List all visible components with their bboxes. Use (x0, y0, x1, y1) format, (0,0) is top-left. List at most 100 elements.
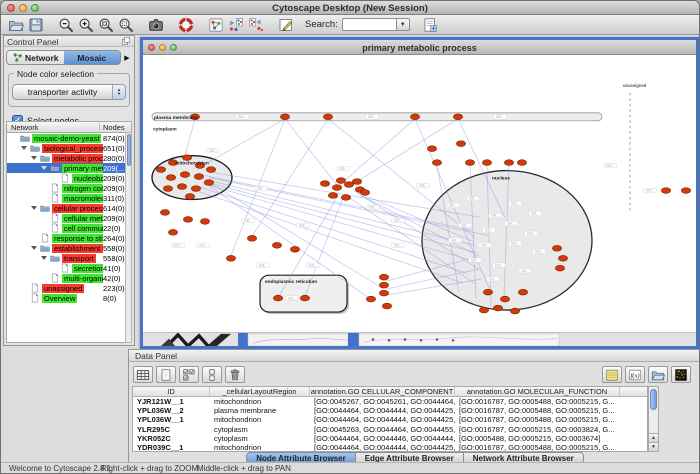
save-button[interactable] (26, 15, 46, 34)
tree-item-unassigned[interactable]: unassigned223(0) (7, 283, 131, 293)
tree-item-response-to-stimulu[interactable]: response to stimulu264(0) (7, 233, 131, 243)
tree-item-primary-metabo[interactable]: primary metabo209(... (7, 163, 131, 173)
svg-text:GO:..: GO:.. (394, 219, 402, 223)
scrollbar-thumb[interactable] (650, 389, 657, 410)
file-icon (40, 233, 51, 243)
node-color-dropdown[interactable]: transporter activity ▲▼ (12, 84, 126, 100)
tree-item-label: mosaic-demo-yeast (32, 134, 101, 143)
tree-item-count: 42(0) (103, 274, 121, 283)
tree-item-cellular-process[interactable]: cellular process614(0) (7, 203, 131, 213)
help-button[interactable] (176, 15, 196, 34)
open-folder-button[interactable] (648, 366, 668, 383)
svg-text:GO:..: GO:.. (485, 229, 493, 233)
table-header-row: ID_cellularLayoutRegionannotation.GO CEL… (133, 387, 647, 397)
table-row[interactable]: YPL036W__1mitochondrion[GO:0044464, GO:0… (133, 415, 647, 424)
svg-text:GO:..: GO:.. (368, 115, 376, 119)
matrix-button[interactable] (671, 366, 691, 383)
tree-item-cellular-metabo[interactable]: cellular metabo209(0) (7, 213, 131, 223)
cell: mitochondrion (210, 415, 310, 424)
table-button[interactable] (133, 366, 153, 383)
svg-text:GO:..: GO:.. (491, 214, 499, 218)
expand-arrow-icon[interactable] (31, 206, 37, 210)
file-icon (50, 213, 61, 223)
column-header-cellularlayoutregion[interactable]: _cellularLayoutRegion (210, 387, 310, 397)
folder-icon (50, 163, 61, 173)
search-dropdown-button[interactable]: ▼ (396, 18, 410, 31)
new-doc-button[interactable] (156, 366, 176, 383)
table-row[interactable]: YLR295Ccytoplasm[GO:0045263, GO:0044464,… (133, 425, 647, 434)
table-row[interactable]: YPL036W__2plasma membrane[GO:0044464, GO… (133, 406, 647, 415)
expand-arrow-icon[interactable] (41, 166, 47, 170)
layout-1-button[interactable] (226, 15, 246, 34)
camera-button[interactable] (146, 15, 166, 34)
tree-item-nitrogen-compo[interactable]: nitrogen compo209(0) (7, 183, 131, 193)
zoom-selected-button[interactable] (96, 15, 116, 34)
tree-item-biological-process[interactable]: biological_process651(0) (7, 143, 131, 153)
status-welcome: Welcome to Cytoscape 2.8.1 (9, 464, 111, 473)
zoom-fit-button[interactable] (116, 15, 136, 34)
tab-mosaic[interactable]: Mosaic (64, 51, 121, 64)
tree-scrollbar[interactable] (125, 132, 132, 343)
tree-item-cell-communicat[interactable]: cell communicat22(0) (7, 223, 131, 233)
tree-item-overview[interactable]: Overview8(0) (7, 293, 131, 303)
tree-item-label: biological_process (42, 144, 103, 153)
expand-arrow-icon[interactable] (41, 256, 47, 260)
network-window-title: primary metabolic process (143, 43, 696, 53)
zoom-in-button[interactable] (76, 15, 96, 34)
svg-text:GO:..: GO:.. (606, 164, 614, 168)
layout-2-button[interactable] (246, 15, 266, 34)
scroll-up-button[interactable]: ▲ (649, 433, 658, 442)
tree-item-mosaic-demo-yeast[interactable]: mosaic-demo-yeast874(0) (7, 133, 131, 143)
delete-attribute-button[interactable] (225, 366, 245, 383)
tree-item-label: metabolic process (52, 154, 103, 163)
table-row[interactable]: YJR121W__1mitochondrion[GO:0045267, GO:0… (133, 397, 647, 406)
doc-plus-button[interactable] (420, 15, 440, 34)
tree-item-count: 209(0) (103, 214, 125, 223)
column-header-annotation-go-cellular-component[interactable]: annotation.GO CELLULAR_COMPONENT (310, 387, 455, 397)
column-header-annotation-go-molecular-function[interactable]: annotation.GO MOLECULAR_FUNCTION (455, 387, 620, 397)
svg-text:GO:..: GO:.. (339, 167, 347, 171)
network-canvas[interactable]: GO:.. GO:.. GO:.. GO:.. GO:.. GO:.. GO:.. GO:..… (143, 56, 696, 332)
column-header-id[interactable]: ID (133, 387, 210, 397)
svg-text:GO:..: GO:.. (257, 187, 265, 191)
notepad-button[interactable] (602, 366, 622, 383)
zoom-out-button[interactable] (56, 15, 76, 34)
network-overview-button[interactable] (206, 15, 226, 34)
more-tabs-button[interactable]: ▶ (122, 54, 132, 62)
cell: [GO:0016787, GO:0005488, GO:0005215, G..… (455, 406, 620, 415)
unselect-attributes-button[interactable] (202, 366, 222, 383)
data-panel-header[interactable]: Data Panel (129, 350, 700, 362)
tree-item-multi-organism-pro[interactable]: multi-organism pro42(0) (7, 273, 131, 283)
svg-text:GO:..: GO:.. (471, 258, 479, 262)
tree-item-secretion[interactable]: secretion41(0) (7, 263, 131, 273)
tree-item-count: 223(0) (103, 284, 125, 293)
expand-arrow-icon[interactable] (21, 146, 27, 150)
tree-item-count: 264(0) (103, 234, 125, 243)
expand-arrow-icon[interactable] (31, 246, 37, 250)
tree-item-nucleobase[interactable]: nucleobase-209(0) (7, 173, 131, 183)
float-panel-icon[interactable] (121, 36, 132, 46)
tree-scrollbar-thumb[interactable] (127, 134, 132, 166)
scroll-down-button[interactable]: ▼ (649, 442, 658, 451)
tree-item-transport[interactable]: transport558(0) (7, 253, 131, 263)
open-folder-button[interactable] (6, 15, 26, 34)
data-panel-toolbar-left (133, 366, 245, 383)
tree-item-label: cellular metabo (62, 214, 103, 223)
svg-text:GO:..: GO:.. (199, 244, 207, 248)
annotation-button[interactable] (276, 15, 296, 34)
tab-network[interactable]: Network (7, 51, 64, 64)
select-attributes-button[interactable] (179, 366, 199, 383)
file-icon (50, 273, 61, 283)
search-input[interactable] (342, 18, 396, 31)
titlebar[interactable]: Cytoscape Desktop (New Session) (1, 1, 699, 15)
tree-item-metabolic-process[interactable]: metabolic process280(0) (7, 153, 131, 163)
expand-arrow-icon[interactable] (31, 156, 37, 160)
table-row[interactable]: YDR039C__1mitochondrion[GO:0044464, GO:0… (133, 443, 647, 452)
table-row[interactable]: YKR052Ccytoplasm[GO:0044464, GO:0044446,… (133, 434, 647, 443)
formula-button[interactable]: f(x) (625, 366, 645, 383)
tree-item-establishment-of-lo[interactable]: establishment of lo558(0) (7, 243, 131, 253)
svg-text:GO:..: GO:.. (369, 206, 377, 210)
tree-item-macromolecule[interactable]: macromolecule311(0) (7, 193, 131, 203)
table-scrollbar[interactable]: ▲ ▼ (648, 386, 659, 452)
network-window-titlebar[interactable]: primary metabolic process (143, 40, 696, 55)
